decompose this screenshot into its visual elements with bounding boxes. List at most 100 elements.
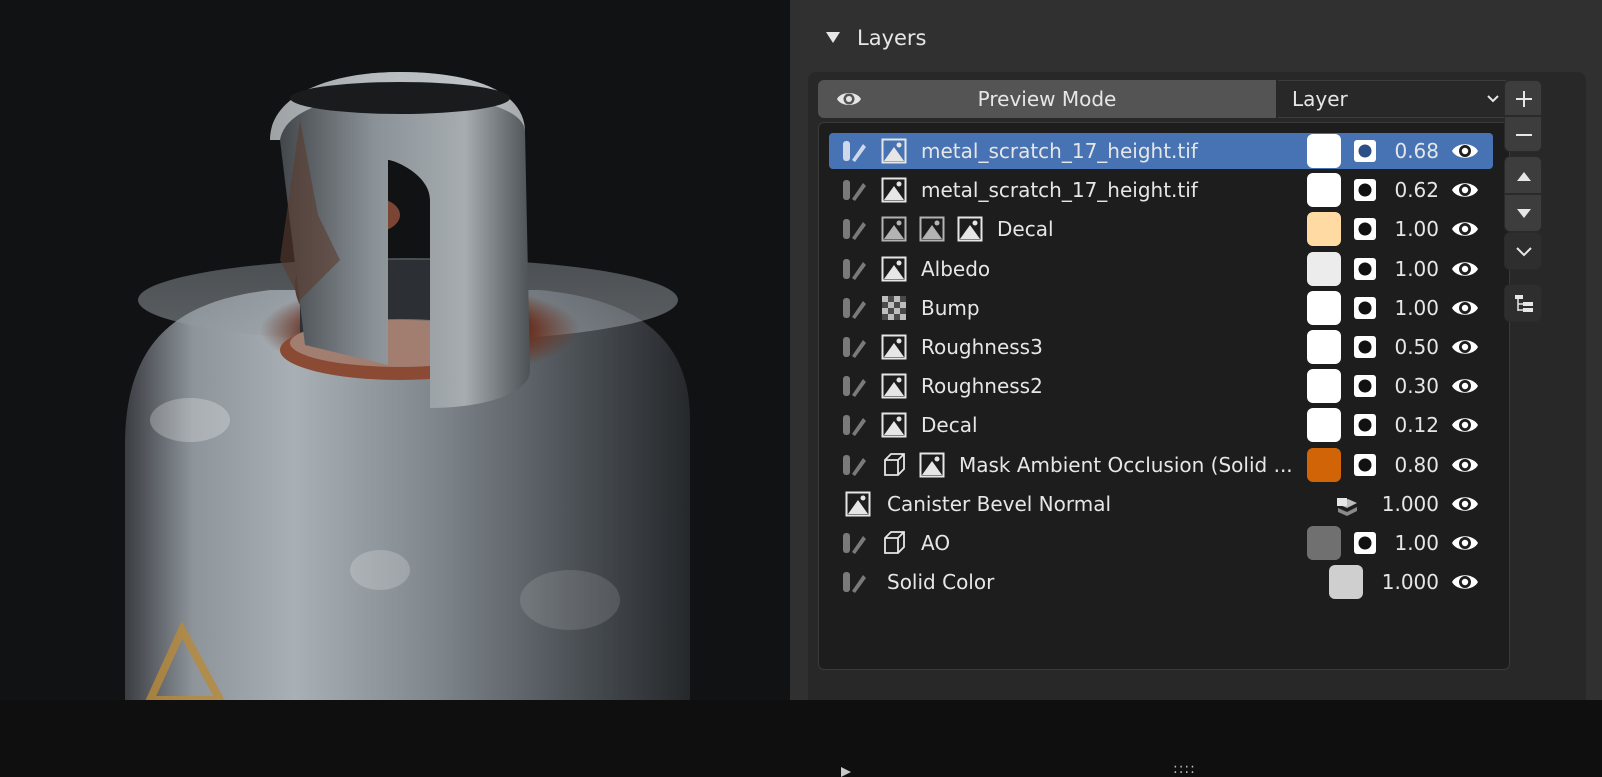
visibility-eye-icon[interactable]: [1451, 414, 1479, 436]
visibility-toggle[interactable]: [1451, 414, 1479, 436]
color-swatch[interactable]: [1307, 447, 1341, 482]
image-icon: [957, 216, 983, 242]
paint-icon: [843, 219, 866, 241]
opacity-value[interactable]: 1.00: [1359, 525, 1439, 561]
visibility-toggle[interactable]: [1451, 179, 1479, 201]
visibility-toggle[interactable]: [1451, 571, 1479, 593]
visibility-eye-icon[interactable]: [1451, 571, 1479, 593]
color-swatch[interactable]: [1307, 173, 1341, 208]
paint-icon: [843, 533, 866, 554]
layer-row[interactable]: Albedo 1.00: [829, 251, 1493, 287]
remove-layer-button[interactable]: [1504, 116, 1542, 152]
visibility-toggle[interactable]: [1451, 258, 1479, 280]
image-icon: [957, 216, 983, 242]
layer-row[interactable]: Canister Bevel Normal 1.000: [829, 486, 1493, 522]
layers-section-header[interactable]: Layers: [790, 0, 1602, 72]
image-icon: [881, 138, 907, 164]
layer-row[interactable]: Mask Ambient Occlusion (Solid ... 0.80: [829, 447, 1493, 483]
more-options-button[interactable]: [1504, 232, 1542, 270]
visibility-eye-icon[interactable]: [1451, 454, 1479, 476]
paint-icon: [843, 297, 866, 319]
visibility-toggle[interactable]: [1451, 454, 1479, 476]
3d-viewport[interactable]: [0, 0, 790, 700]
color-swatch[interactable]: [1307, 408, 1341, 443]
opacity-value[interactable]: 0.68: [1359, 133, 1439, 169]
paint-icon: [841, 295, 867, 321]
visibility-eye-icon[interactable]: [1451, 532, 1479, 554]
color-swatch[interactable]: [1307, 290, 1341, 325]
visibility-eye-icon[interactable]: [1451, 218, 1479, 240]
color-swatch[interactable]: [1307, 251, 1341, 286]
cube-icon: [884, 531, 905, 554]
move-down-button[interactable]: [1504, 194, 1542, 232]
color-swatch[interactable]: [1307, 134, 1341, 168]
opacity-value[interactable]: 0.12: [1359, 407, 1439, 443]
layer-row[interactable]: metal_scratch_17_height.tif 0.62: [829, 172, 1493, 208]
image-icon: [845, 491, 871, 517]
visibility-toggle[interactable]: [1451, 493, 1479, 515]
layer-row[interactable]: Solid Color 1.000: [829, 564, 1493, 600]
image-icon: [881, 373, 907, 399]
visibility-toggle[interactable]: [1451, 218, 1479, 240]
layer-row[interactable]: Roughness3 0.50: [829, 329, 1493, 365]
resize-grip[interactable]: ::::: [1173, 761, 1196, 777]
cube-icon: [881, 452, 907, 478]
visibility-toggle[interactable]: [1451, 140, 1479, 162]
visibility-toggle[interactable]: [1451, 532, 1479, 554]
layer-name: Solid Color: [887, 570, 995, 595]
image-icon: [919, 216, 945, 242]
paint-icon: [843, 258, 866, 280]
visibility-eye-icon[interactable]: [1451, 336, 1479, 358]
layer-name: Albedo: [921, 256, 991, 281]
opacity-value[interactable]: 1.00: [1359, 290, 1439, 326]
layer-row[interactable]: Decal 0.12: [829, 407, 1493, 443]
layer-row[interactable]: Decal 1.00: [829, 211, 1493, 247]
color-swatch[interactable]: [1307, 369, 1341, 404]
visibility-eye-icon[interactable]: [1451, 140, 1479, 162]
paint-icon: [841, 216, 867, 242]
opacity-value[interactable]: 0.80: [1359, 447, 1439, 483]
opacity-value[interactable]: 1.00: [1359, 251, 1439, 287]
image-icon: [881, 256, 907, 282]
visibility-toggle[interactable]: [1451, 336, 1479, 358]
expand-options-icon[interactable]: [841, 767, 851, 777]
layer-row[interactable]: metal_scratch_17_height.tif 0.68: [829, 133, 1493, 169]
opacity-value[interactable]: 1.000: [1359, 564, 1439, 600]
cube-icon: [884, 452, 905, 476]
visibility-eye-icon[interactable]: [1451, 179, 1479, 201]
opacity-value[interactable]: 0.30: [1359, 368, 1439, 404]
visibility-eye-icon[interactable]: [1451, 375, 1479, 397]
add-layer-button[interactable]: [1504, 80, 1542, 116]
color-swatch[interactable]: [1307, 526, 1341, 560]
move-up-button[interactable]: [1504, 156, 1542, 194]
visibility-eye-icon[interactable]: [1451, 258, 1479, 280]
preview-mode-button[interactable]: Preview Mode: [818, 80, 1276, 118]
visibility-eye-icon[interactable]: [1451, 297, 1479, 319]
layer-row[interactable]: Roughness2 0.30: [829, 368, 1493, 404]
chevron-down-icon: [1487, 95, 1499, 103]
paint-icon: [843, 572, 866, 594]
image-icon: [881, 177, 907, 203]
cube-icon: [881, 530, 907, 556]
visibility-toggle[interactable]: [1451, 297, 1479, 319]
color-swatch[interactable]: [1307, 330, 1341, 364]
color-swatch[interactable]: [1329, 565, 1363, 600]
paint-icon: [843, 415, 866, 437]
color-swatch[interactable]: [1307, 212, 1341, 247]
paint-icon: [841, 138, 867, 164]
opacity-value[interactable]: 1.00: [1359, 211, 1439, 247]
layers-stack-icon: [1337, 497, 1357, 516]
outliner-button[interactable]: [1504, 284, 1542, 322]
visibility-toggle[interactable]: [1451, 375, 1479, 397]
opacity-value[interactable]: 1.000: [1359, 486, 1439, 522]
layer-name: Mask Ambient Occlusion (Solid ...: [959, 452, 1293, 477]
layer-row[interactable]: AO 1.00: [829, 525, 1493, 561]
visibility-eye-icon[interactable]: [1451, 493, 1479, 515]
move-down-icon: [1517, 209, 1531, 218]
layers-list[interactable]: metal_scratch_17_height.tif 0.68 metal_scr…: [818, 122, 1510, 777]
layer-mode-dropdown[interactable]: Layer: [1278, 80, 1510, 118]
collapse-arrow-icon[interactable]: [826, 32, 840, 43]
opacity-value[interactable]: 0.62: [1359, 172, 1439, 208]
layer-row[interactable]: Bump 1.00: [829, 290, 1493, 326]
opacity-value[interactable]: 0.50: [1359, 329, 1439, 365]
